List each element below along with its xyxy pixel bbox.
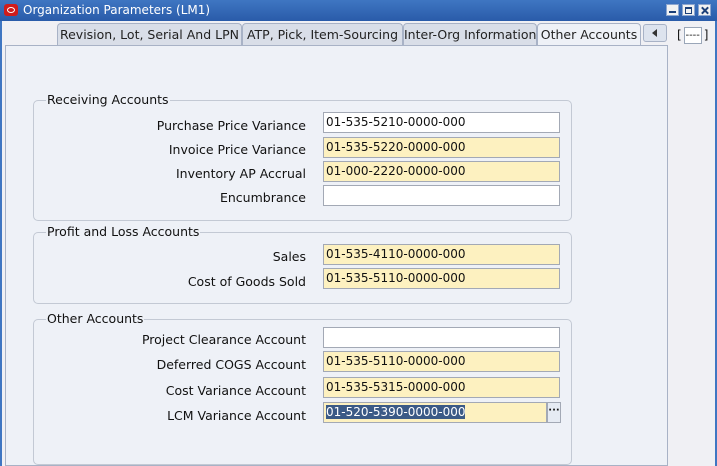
encumbrance-field[interactable]	[323, 185, 560, 206]
minimize-icon[interactable]	[666, 4, 679, 16]
close-icon[interactable]	[698, 4, 711, 16]
tab-atp-pick-item-sourcing[interactable]: ATP, Pick, Item-Sourcing	[242, 23, 403, 45]
window-title: Organization Parameters (LM1)	[23, 3, 211, 17]
inventory-ap-accrual-field[interactable]: 01-000-2220-0000-000	[323, 161, 560, 182]
cost-variance-account-label: Cost Variance Account	[165, 383, 306, 398]
inventory-ap-accrual-label: Inventory AP Accrual	[175, 166, 306, 181]
cost-of-goods-sold-field[interactable]: 01-535-5110-0000-000	[323, 268, 560, 289]
purchase-price-variance-field[interactable]: 01-535-5210-0000-000	[323, 112, 560, 133]
deferred-cogs-account-label: Deferred COGS Account	[156, 357, 306, 372]
invoice-price-variance-field[interactable]: 01-535-5220-0000-000	[323, 137, 560, 158]
tab-other-accounts[interactable]: Other Accounts	[537, 23, 641, 46]
lcm-variance-account-value: 01-520-5390-0000-000	[326, 405, 466, 419]
profit-and-loss-accounts-title: Profit and Loss Accounts	[46, 224, 201, 239]
tab-indicator-open: [	[677, 28, 682, 42]
invoice-price-variance-label: Invoice Price Variance	[168, 142, 306, 157]
tab-indicator-box[interactable]: ----	[683, 27, 702, 44]
deferred-cogs-account-field[interactable]: 01-535-5110-0000-000	[323, 351, 560, 372]
window-titlebar: Organization Parameters (LM1)	[0, 0, 717, 21]
purchase-price-variance-label: Purchase Price Variance	[156, 118, 306, 133]
sales-field[interactable]: 01-535-4110-0000-000	[323, 244, 560, 265]
cost-of-goods-sold-label: Cost of Goods Sold	[187, 274, 306, 289]
project-clearance-account-field[interactable]	[323, 327, 560, 348]
tab-revision-lot-serial-lpn[interactable]: Revision, Lot, Serial And LPN	[57, 23, 242, 45]
other-accounts-title: Other Accounts	[46, 311, 145, 326]
receiving-accounts-title: Receiving Accounts	[46, 92, 170, 107]
tab-indicator-close: ]	[703, 28, 709, 42]
tab-inter-org-information[interactable]: Inter-Org Information	[403, 23, 537, 45]
sales-label: Sales	[272, 249, 306, 264]
tab-indicator: [----]	[677, 27, 708, 44]
lcm-variance-account-label: LCM Variance Account	[167, 408, 306, 423]
list-of-values-button[interactable]: ···	[547, 402, 561, 423]
tab-content-panel: Receiving Accounts Purchase Price Varian…	[5, 45, 668, 466]
maximize-icon[interactable]	[682, 4, 695, 16]
project-clearance-account-label: Project Clearance Account	[141, 332, 306, 347]
cost-variance-account-field[interactable]: 01-535-5315-0000-000	[323, 377, 560, 398]
oracle-logo-icon	[4, 4, 18, 16]
tab-scroll-left-icon[interactable]	[643, 24, 667, 42]
encumbrance-label: Encumbrance	[219, 190, 306, 205]
lcm-variance-account-field[interactable]: 01-520-5390-0000-000	[323, 402, 547, 423]
